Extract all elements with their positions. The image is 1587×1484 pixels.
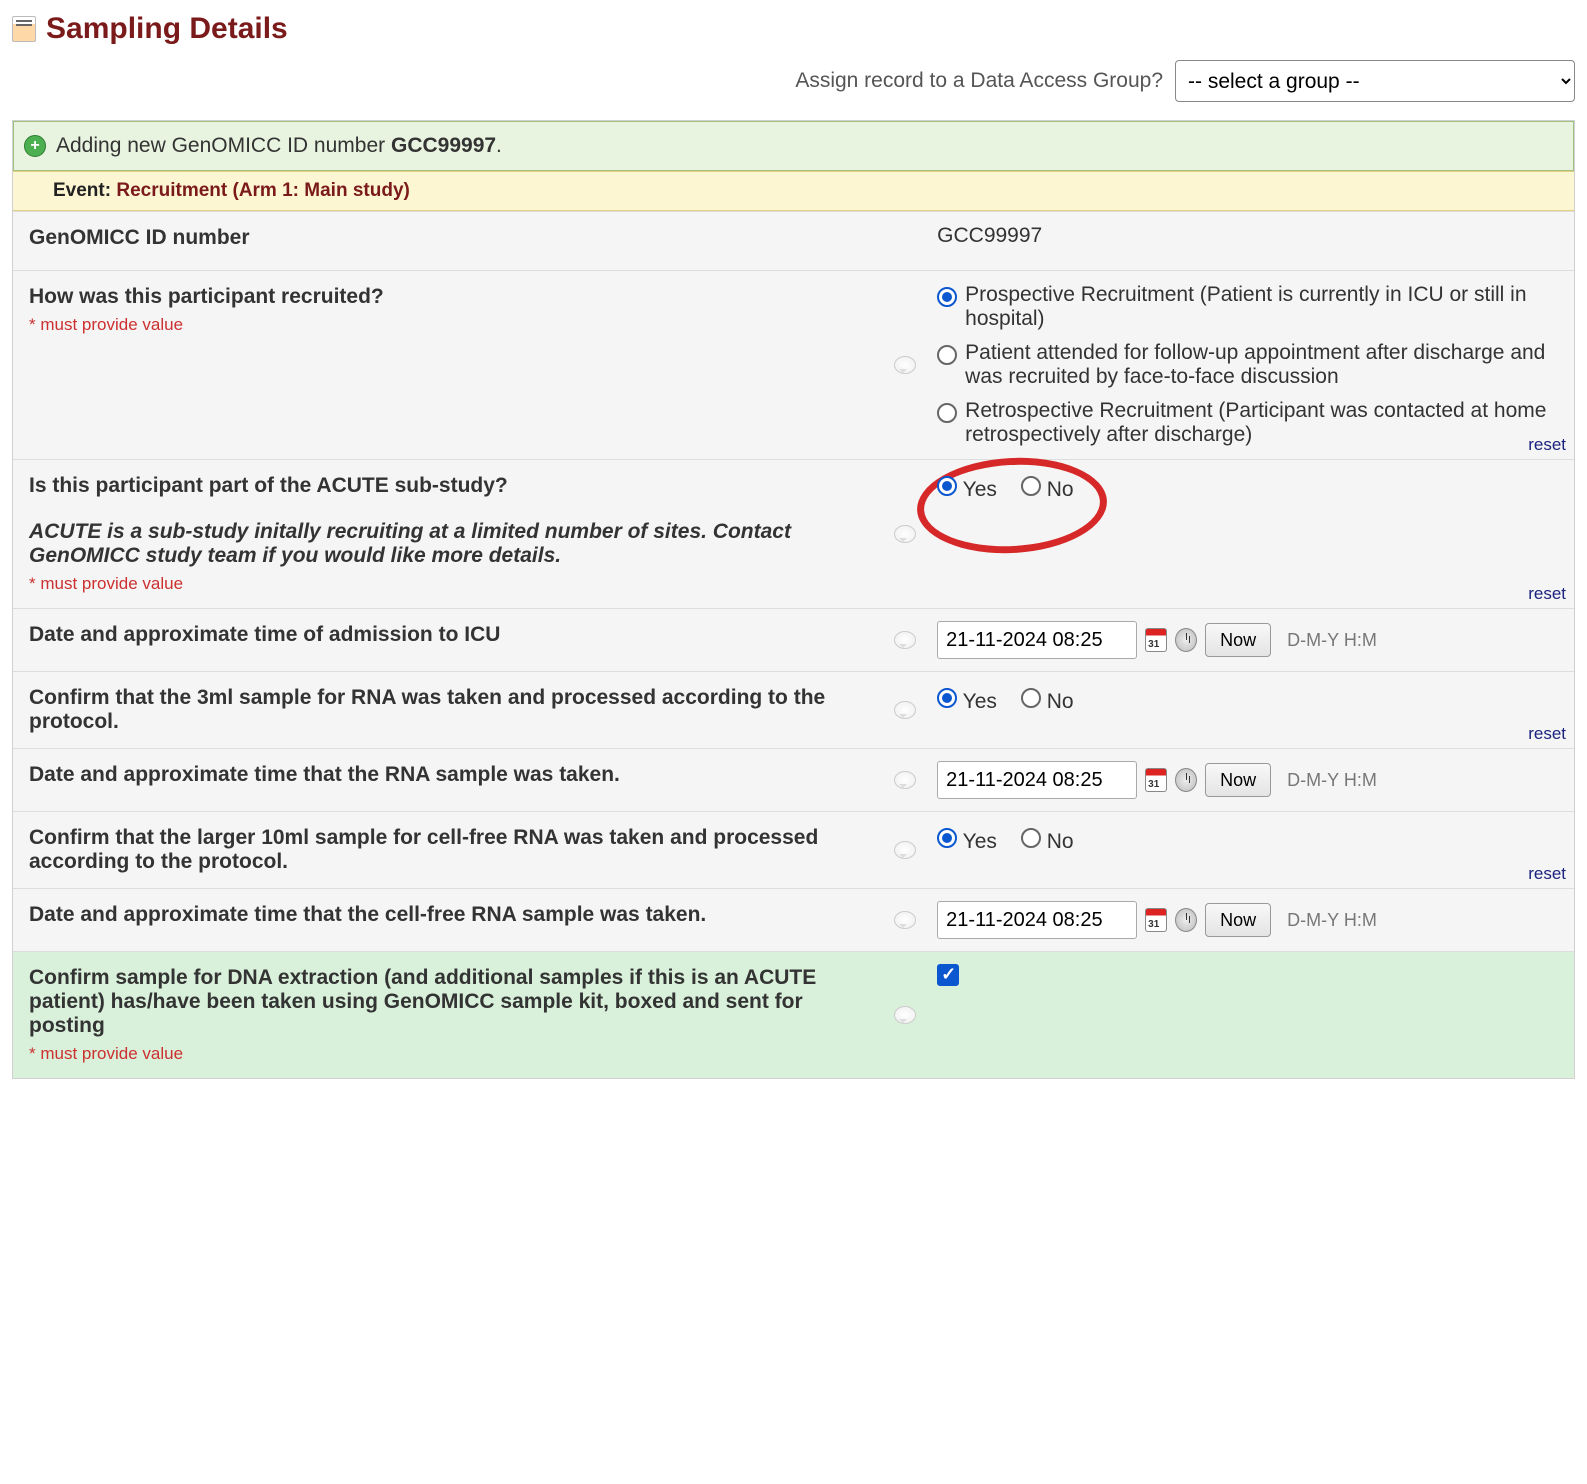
rna3-label: Confirm that the 3ml sample for RNA was … xyxy=(29,686,825,733)
recruited-label: How was this participant recruited? xyxy=(29,285,384,308)
acute-radio-yes[interactable] xyxy=(937,476,957,496)
cfdate-input[interactable] xyxy=(937,901,1137,939)
rna3-no[interactable]: No xyxy=(1021,684,1074,714)
recruited-radio-0[interactable] xyxy=(937,287,957,307)
field-acute: Is this participant part of the ACUTE su… xyxy=(13,459,1574,608)
reset-link[interactable]: reset xyxy=(1528,864,1566,884)
dag-label: Assign record to a Data Access Group? xyxy=(795,69,1163,93)
page-header: Sampling Details xyxy=(12,12,1575,46)
field-rna-date: Date and approximate time that the RNA s… xyxy=(13,748,1574,811)
event-value: Recruitment (Arm 1: Main study) xyxy=(116,180,409,201)
rna-date-input[interactable] xyxy=(937,761,1137,799)
rna3-radio-yes[interactable] xyxy=(937,688,957,708)
comment-icon[interactable] xyxy=(894,701,916,719)
icu-date-label: Date and approximate time of admission t… xyxy=(29,623,500,646)
clock-icon[interactable] xyxy=(1175,908,1197,932)
clock-icon[interactable] xyxy=(1175,628,1197,652)
recruited-opt-1[interactable]: Patient attended for follow-up appointme… xyxy=(937,341,1560,389)
now-button[interactable]: Now xyxy=(1205,623,1271,657)
reset-link[interactable]: reset xyxy=(1528,435,1566,455)
id-label: GenOMICC ID number xyxy=(29,226,250,249)
field-rna3: Confirm that the 3ml sample for RNA was … xyxy=(13,671,1574,748)
add-banner-id: GCC99997 xyxy=(391,134,496,157)
annotation-circle xyxy=(915,453,1110,558)
event-banner: Event: Recruitment (Arm 1: Main study) xyxy=(13,171,1574,211)
rna-date-label: Date and approximate time that the RNA s… xyxy=(29,763,620,786)
comment-icon[interactable] xyxy=(894,911,916,929)
rna3-yes[interactable]: Yes xyxy=(937,684,997,714)
recruited-opt-0[interactable]: Prospective Recruitment (Patient is curr… xyxy=(937,283,1560,331)
rna10-radio-yes[interactable] xyxy=(937,828,957,848)
add-banner-suffix: . xyxy=(496,134,502,157)
clock-icon[interactable] xyxy=(1175,768,1197,792)
comment-icon[interactable] xyxy=(894,525,916,543)
event-label: Event: xyxy=(53,180,111,201)
dna-label: Confirm sample for DNA extraction (and a… xyxy=(29,966,816,1037)
dag-row: Assign record to a Data Access Group? --… xyxy=(12,60,1575,102)
icu-date-input[interactable] xyxy=(937,621,1137,659)
rna3-radio-no[interactable] xyxy=(1021,688,1041,708)
cfdate-label: Date and approximate time that the cell-… xyxy=(29,903,706,926)
form-container: + Adding new GenOMICC ID number GCC99997… xyxy=(12,120,1575,1079)
form-icon xyxy=(12,16,36,42)
dag-select[interactable]: -- select a group -- xyxy=(1175,60,1575,102)
now-button[interactable]: Now xyxy=(1205,763,1271,797)
field-genomicc-id: GenOMICC ID number GCC99997 xyxy=(13,211,1574,270)
page-title: Sampling Details xyxy=(46,12,288,46)
date-format-hint: D-M-Y H:M xyxy=(1287,910,1377,931)
field-recruited: How was this participant recruited? * mu… xyxy=(13,270,1574,459)
field-icu-date: Date and approximate time of admission t… xyxy=(13,608,1574,671)
date-format-hint: D-M-Y H:M xyxy=(1287,770,1377,791)
acute-note: ACUTE is a sub-study initally recruiting… xyxy=(29,520,871,568)
recruited-radio-1[interactable] xyxy=(937,345,957,365)
comment-icon[interactable] xyxy=(894,841,916,859)
add-banner-prefix: Adding new GenOMICC ID number xyxy=(56,134,391,157)
comment-icon[interactable] xyxy=(894,771,916,789)
field-rna10: Confirm that the larger 10ml sample for … xyxy=(13,811,1574,888)
rna10-radio-no[interactable] xyxy=(1021,828,1041,848)
recruited-radio-2[interactable] xyxy=(937,403,957,423)
must-provide: * must provide value xyxy=(29,1044,871,1064)
acute-radio-no[interactable] xyxy=(1021,476,1041,496)
reset-link[interactable]: reset xyxy=(1528,584,1566,604)
add-record-banner: + Adding new GenOMICC ID number GCC99997… xyxy=(13,121,1574,171)
comment-icon[interactable] xyxy=(894,1006,916,1024)
acute-no[interactable]: No xyxy=(1021,472,1074,502)
plus-icon: + xyxy=(24,135,46,157)
calendar-icon[interactable] xyxy=(1145,628,1167,652)
comment-icon[interactable] xyxy=(894,356,916,374)
date-format-hint: D-M-Y H:M xyxy=(1287,630,1377,651)
rna10-label: Confirm that the larger 10ml sample for … xyxy=(29,826,818,873)
rna10-yes[interactable]: Yes xyxy=(937,824,997,854)
now-button[interactable]: Now xyxy=(1205,903,1271,937)
calendar-icon[interactable] xyxy=(1145,768,1167,792)
reset-link[interactable]: reset xyxy=(1528,724,1566,744)
dna-checkbox[interactable] xyxy=(937,964,959,986)
rna10-no[interactable]: No xyxy=(1021,824,1074,854)
recruited-opt-2[interactable]: Retrospective Recruitment (Participant w… xyxy=(937,399,1560,447)
field-cfdate: Date and approximate time that the cell-… xyxy=(13,888,1574,951)
id-value: GCC99997 xyxy=(937,218,1042,247)
comment-icon[interactable] xyxy=(894,631,916,649)
field-dna: Confirm sample for DNA extraction (and a… xyxy=(13,951,1574,1078)
acute-yes[interactable]: Yes xyxy=(937,472,997,502)
acute-label: Is this participant part of the ACUTE su… xyxy=(29,474,508,497)
calendar-icon[interactable] xyxy=(1145,908,1167,932)
must-provide: * must provide value xyxy=(29,315,871,335)
must-provide: * must provide value xyxy=(29,574,871,594)
